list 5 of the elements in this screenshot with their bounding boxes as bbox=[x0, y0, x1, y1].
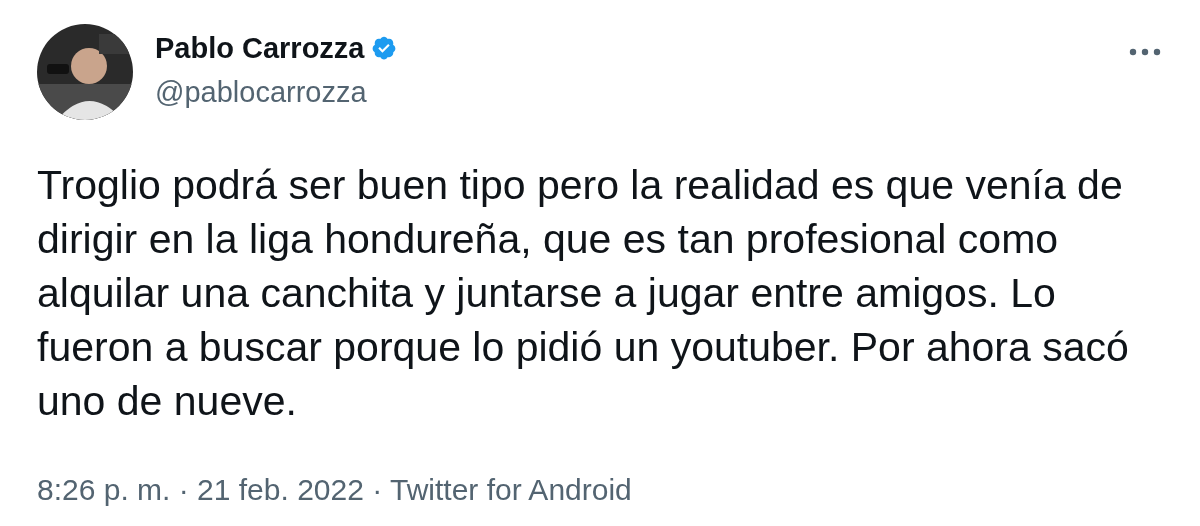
more-icon[interactable] bbox=[1129, 48, 1161, 56]
author-name[interactable]: Pablo Carrozza bbox=[155, 30, 365, 66]
tweet-metadata: 8:26 p. m. · 21 feb. 2022 · Twitter for Android bbox=[37, 472, 633, 508]
author-handle[interactable]: @pablocarrozza bbox=[155, 74, 397, 110]
tweet-text: Troglio podrá ser buen tipo pero la realidad es que venía de dirigir en la liga hondureña, que es tan profesional como alquilar una canchita y juntarse a jugar entre amigos. Lo fueron a buscar porque lo pidió un youtuber. Por ahora sacó uno de nueve. bbox=[37, 161, 1130, 426]
